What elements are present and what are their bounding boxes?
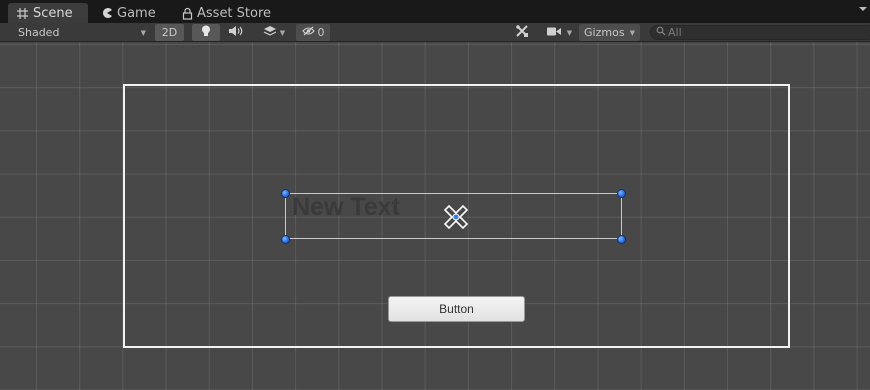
hierarchy-search-input[interactable]: All [650,25,870,40]
rect-handle-bottom-left[interactable] [281,235,290,244]
tab-asset-store[interactable]: Asset Store [174,3,282,23]
chevron-down-icon: ▼ [566,28,573,37]
lightbulb-icon [201,25,211,41]
effects-dropdown[interactable]: ▼ [256,24,292,41]
hidden-objects-count: 0 [317,26,325,39]
lock-icon [182,7,193,20]
new-text-object[interactable]: New Text [292,193,400,222]
grid-icon [16,7,29,20]
scene-tools-button[interactable] [511,24,533,41]
shading-mode-value: Shaded [18,26,60,39]
anchor-pivot-icon[interactable] [442,203,470,231]
effects-icon [263,25,277,40]
rect-handle-bottom-right[interactable] [617,235,626,244]
camera-icon [546,26,562,40]
search-icon [656,26,666,39]
scene-view[interactable]: New Text Button [0,42,870,390]
tab-scene[interactable]: Scene [8,3,88,23]
tab-game-label: Game [117,5,156,21]
lighting-toggle-button[interactable] [192,24,220,41]
gizmos-dropdown[interactable]: Gizmos ▼ [579,24,640,41]
shading-mode-dropdown[interactable]: Shaded ▼ [12,24,150,41]
speaker-icon [228,25,244,40]
eye-slash-icon [301,26,315,39]
tab-game[interactable]: Game [93,3,163,23]
audio-toggle-button[interactable] [224,24,248,41]
2d-toggle-label: 2D [161,26,178,39]
chevron-down-icon: ▼ [629,28,635,37]
gizmos-label: Gizmos [584,26,625,39]
ui-button-label: Button [439,302,474,316]
ui-button-object[interactable]: Button [388,296,525,322]
window-tab-strip: Scene Game Asset Store [0,0,870,23]
scene-camera-dropdown[interactable]: ▼ [541,24,577,41]
scene-toolbar: Shaded ▼ 2D ▼ 0 ▼ Gizmos ▼ All [0,23,870,42]
chevron-down-icon: ▼ [140,28,146,37]
rect-handle-top-left[interactable] [281,189,290,198]
search-placeholder: All [668,26,682,39]
tab-asset-store-label: Asset Store [197,5,272,21]
tab-menu-icon[interactable] [858,4,868,14]
hidden-objects-button[interactable]: 0 [296,24,330,41]
chevron-down-icon: ▼ [279,28,286,37]
tab-scene-label: Scene [33,5,73,21]
2d-toggle-button[interactable]: 2D [155,24,184,41]
rect-handle-top-right[interactable] [617,189,626,198]
tools-icon [515,24,529,41]
pacman-icon [101,7,113,19]
